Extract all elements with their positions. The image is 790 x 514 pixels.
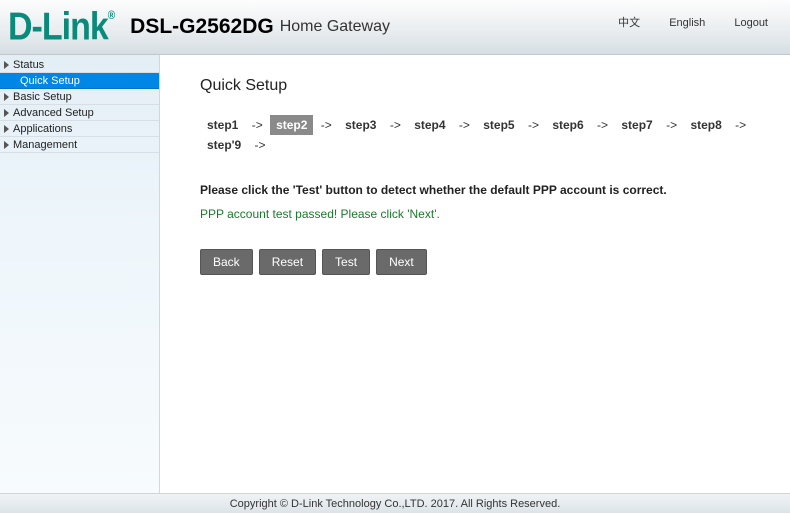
step-4[interactable]: step4: [408, 115, 451, 135]
top-links: 中文 English Logout: [592, 14, 768, 30]
sidebar-item-management[interactable]: Management: [0, 137, 159, 153]
chevron-right-icon: [4, 61, 9, 69]
arrow-sep-icon: ->: [459, 118, 470, 132]
sidebar-item-basic-setup[interactable]: Basic Setup: [0, 89, 159, 105]
sidebar-item-label: Status: [13, 57, 44, 73]
arrow-sep-icon: ->: [252, 118, 263, 132]
brand-text: D-Link: [8, 5, 108, 49]
button-row: Back Reset Test Next: [200, 249, 790, 275]
back-button[interactable]: Back: [200, 249, 253, 275]
sidebar-item-label: Advanced Setup: [13, 105, 94, 121]
body: Status Quick Setup Basic Setup Advanced …: [0, 55, 790, 493]
chevron-right-icon: [4, 141, 9, 149]
sidebar: Status Quick Setup Basic Setup Advanced …: [0, 55, 160, 493]
sidebar-item-label: Applications: [13, 121, 72, 137]
footer: Copyright © D-Link Technology Co.,LTD. 2…: [0, 493, 790, 513]
lang-chinese-link[interactable]: 中文: [618, 17, 640, 29]
arrow-sep-icon: ->: [735, 118, 746, 132]
arrow-sep-icon: ->: [255, 138, 266, 152]
sidebar-item-applications[interactable]: Applications: [0, 121, 159, 137]
arrow-sep-icon: ->: [666, 118, 677, 132]
main-content: Quick Setup step1 -> step2 -> step3 -> s…: [160, 55, 790, 493]
step-9[interactable]: step'9: [201, 135, 247, 155]
header: D-Link® DSL-G2562DG Home Gateway 中文 Engl…: [0, 0, 790, 55]
chevron-right-icon: [4, 93, 9, 101]
page-title: Quick Setup: [200, 77, 790, 95]
instruction-text: Please click the 'Test' button to detect…: [200, 183, 790, 197]
next-button[interactable]: Next: [376, 249, 427, 275]
step-8[interactable]: step8: [684, 115, 727, 135]
sidebar-item-label: Basic Setup: [13, 89, 72, 105]
lang-english-link[interactable]: English: [669, 17, 705, 29]
sidebar-item-label: Quick Setup: [20, 73, 80, 89]
step-3[interactable]: step3: [339, 115, 382, 135]
brand-reg: ®: [108, 9, 114, 22]
step-7[interactable]: step7: [615, 115, 658, 135]
footer-text: Copyright © D-Link Technology Co.,LTD. 2…: [230, 498, 561, 510]
arrow-sep-icon: ->: [321, 118, 332, 132]
chevron-right-icon: [4, 125, 9, 133]
step-5[interactable]: step5: [477, 115, 520, 135]
reset-button[interactable]: Reset: [259, 249, 316, 275]
result-message: PPP account test passed! Please click 'N…: [200, 207, 790, 221]
step-2[interactable]: step2: [270, 115, 313, 135]
sidebar-item-label: Management: [13, 137, 77, 153]
test-button[interactable]: Test: [322, 249, 370, 275]
model-name: DSL-G2562DG: [130, 15, 274, 39]
sidebar-item-advanced-setup[interactable]: Advanced Setup: [0, 105, 159, 121]
logout-link[interactable]: Logout: [734, 17, 768, 29]
step-6[interactable]: step6: [546, 115, 589, 135]
sidebar-item-status[interactable]: Status: [0, 57, 159, 73]
chevron-right-icon: [4, 109, 9, 117]
brand-logo: D-Link®: [8, 5, 114, 50]
model-subtitle: Home Gateway: [280, 18, 390, 36]
step-1[interactable]: step1: [201, 115, 244, 135]
arrow-sep-icon: ->: [390, 118, 401, 132]
step-breadcrumb: step1 -> step2 -> step3 -> step4 -> step…: [200, 115, 790, 155]
arrow-sep-icon: ->: [528, 118, 539, 132]
sidebar-item-quick-setup[interactable]: Quick Setup: [0, 73, 159, 89]
arrow-sep-icon: ->: [597, 118, 608, 132]
